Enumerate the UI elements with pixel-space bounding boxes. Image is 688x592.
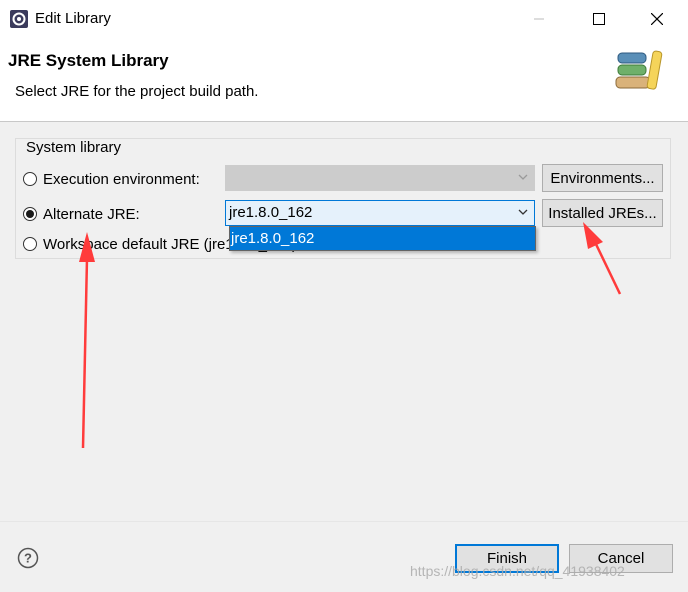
minimize-icon xyxy=(534,18,544,20)
jre-dropdown-list: jre1.8.0_162 xyxy=(229,226,536,251)
title-bar: Edit Library xyxy=(0,0,688,38)
execution-environment-combo xyxy=(225,165,535,191)
close-icon xyxy=(651,13,663,25)
footer-divider xyxy=(0,521,688,522)
chevron-down-icon xyxy=(518,209,528,215)
group-label: System library xyxy=(25,139,123,156)
dropdown-option[interactable]: jre1.8.0_162 xyxy=(231,230,314,247)
window-title: Edit Library xyxy=(35,10,111,27)
alternate-jre-value: jre1.8.0_162 xyxy=(229,204,313,221)
help-icon[interactable]: ? xyxy=(17,547,39,569)
alternate-jre-radio[interactable]: Alternate JRE: xyxy=(23,204,140,224)
minimize-button[interactable] xyxy=(514,0,564,38)
execution-environment-radio[interactable]: Execution environment: xyxy=(23,169,200,189)
radio-button-unchecked[interactable] xyxy=(23,172,37,186)
eclipse-app-icon xyxy=(10,10,28,28)
execution-environment-label: Execution environment: xyxy=(43,170,200,188)
page-subtitle: Select JRE for the project build path. xyxy=(15,83,259,100)
radio-button-unchecked[interactable] xyxy=(23,237,37,251)
books-icon xyxy=(615,50,663,90)
environments-button[interactable]: Environments... xyxy=(542,164,663,192)
maximize-button[interactable] xyxy=(574,0,624,38)
svg-text:?: ? xyxy=(24,551,32,566)
page-title: JRE System Library xyxy=(8,51,169,70)
close-button[interactable] xyxy=(632,0,682,38)
annotation-arrow-left xyxy=(79,232,95,449)
alternate-jre-label: Alternate JRE: xyxy=(43,205,140,223)
alternate-jre-combo[interactable]: jre1.8.0_162 xyxy=(225,200,535,226)
dialog-header: JRE System Library Select JRE for the pr… xyxy=(0,38,688,122)
watermark: https://blog.csdn.net/qq_41938402 xyxy=(410,563,625,579)
radio-button-checked[interactable] xyxy=(23,207,37,221)
maximize-icon xyxy=(593,13,605,25)
chevron-down-icon xyxy=(518,174,528,180)
installed-jres-button[interactable]: Installed JREs... xyxy=(542,199,663,227)
